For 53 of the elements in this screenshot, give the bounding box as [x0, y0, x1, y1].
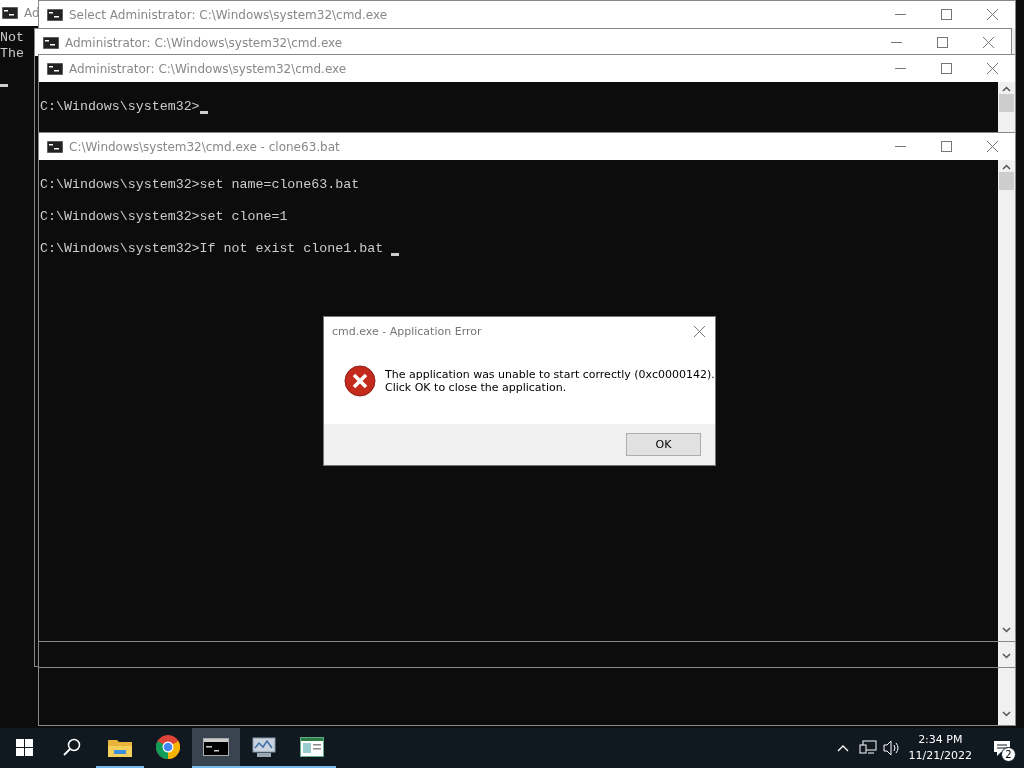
maximize-icon[interactable] — [940, 9, 952, 20]
search-icon[interactable] — [63, 738, 81, 756]
scroll-thumb[interactable] — [999, 172, 1014, 190]
window-title: Select Administrator: C:\Windows\system32\cmd.exe — [69, 7, 389, 22]
close-icon[interactable] — [986, 141, 998, 152]
scroll-thumb[interactable] — [999, 94, 1014, 112]
scroll-down-icon[interactable] — [1002, 711, 1011, 717]
console-icon — [43, 36, 59, 49]
monitor-icon — [251, 736, 277, 758]
speaker-icon[interactable] — [882, 740, 901, 756]
network-icon[interactable] — [858, 740, 877, 756]
scroll-up-icon[interactable] — [1002, 164, 1011, 170]
dialog-title: cmd.exe - Application Error — [332, 324, 482, 338]
console-icon — [47, 62, 63, 75]
minimize-icon[interactable] — [890, 41, 902, 44]
maximize-icon[interactable] — [936, 37, 948, 48]
scroll-down-icon[interactable] — [1002, 627, 1011, 633]
scrollbar[interactable] — [998, 160, 1015, 641]
console-line: Not — [0, 30, 25, 46]
console-icon — [47, 8, 63, 21]
close-icon[interactable] — [986, 63, 998, 74]
scroll-up-icon[interactable] — [1002, 86, 1011, 92]
window-panel-icon — [300, 737, 324, 757]
start-icon[interactable] — [15, 738, 33, 756]
console-line: C:\Windows\system32> — [40, 99, 200, 115]
error-message: The application was unable to start correctly (0xc0000142). Click OK to close the application. — [385, 367, 715, 394]
minimize-icon[interactable] — [894, 145, 906, 148]
console-line: C:\Windows\system32>set clone=1 — [40, 209, 288, 225]
close-icon[interactable] — [694, 325, 705, 337]
minimize-icon[interactable] — [894, 67, 906, 70]
window-title: Administrator: C:\Windows\system32\cmd.exe — [69, 61, 348, 76]
console-icon — [203, 738, 229, 756]
console-icon — [47, 140, 63, 153]
ok-button[interactable]: OK — [626, 433, 701, 456]
error-icon — [344, 364, 376, 397]
chevron-up-icon[interactable] — [836, 744, 849, 752]
clock-date[interactable]: 11/21/2022 — [908, 748, 972, 764]
console-line: C:\Windows\system32>set name=clone63.bat — [40, 177, 360, 193]
close-icon[interactable] — [986, 9, 998, 20]
scroll-down-icon[interactable] — [1002, 653, 1011, 659]
window-title: Administrator: C:\Windows\system32\cmd.exe — [65, 35, 344, 50]
minimize-icon[interactable] — [894, 13, 906, 16]
maximize-icon[interactable] — [940, 141, 952, 152]
console-line: C:\Windows\system32>If not exist clone1.bat — [40, 241, 385, 257]
clock-time[interactable]: 2:34 PM — [918, 732, 963, 748]
folder-icon — [108, 737, 132, 757]
notification-badge: 2 — [1001, 747, 1016, 762]
maximize-icon[interactable] — [940, 63, 952, 74]
close-icon[interactable] — [982, 37, 994, 48]
browser-icon — [156, 735, 180, 759]
window-title: C:\Windows\system32\cmd.exe - clone63.bat — [69, 139, 341, 154]
taskbar-app[interactable] — [192, 728, 240, 768]
console-line: The — [0, 46, 25, 62]
